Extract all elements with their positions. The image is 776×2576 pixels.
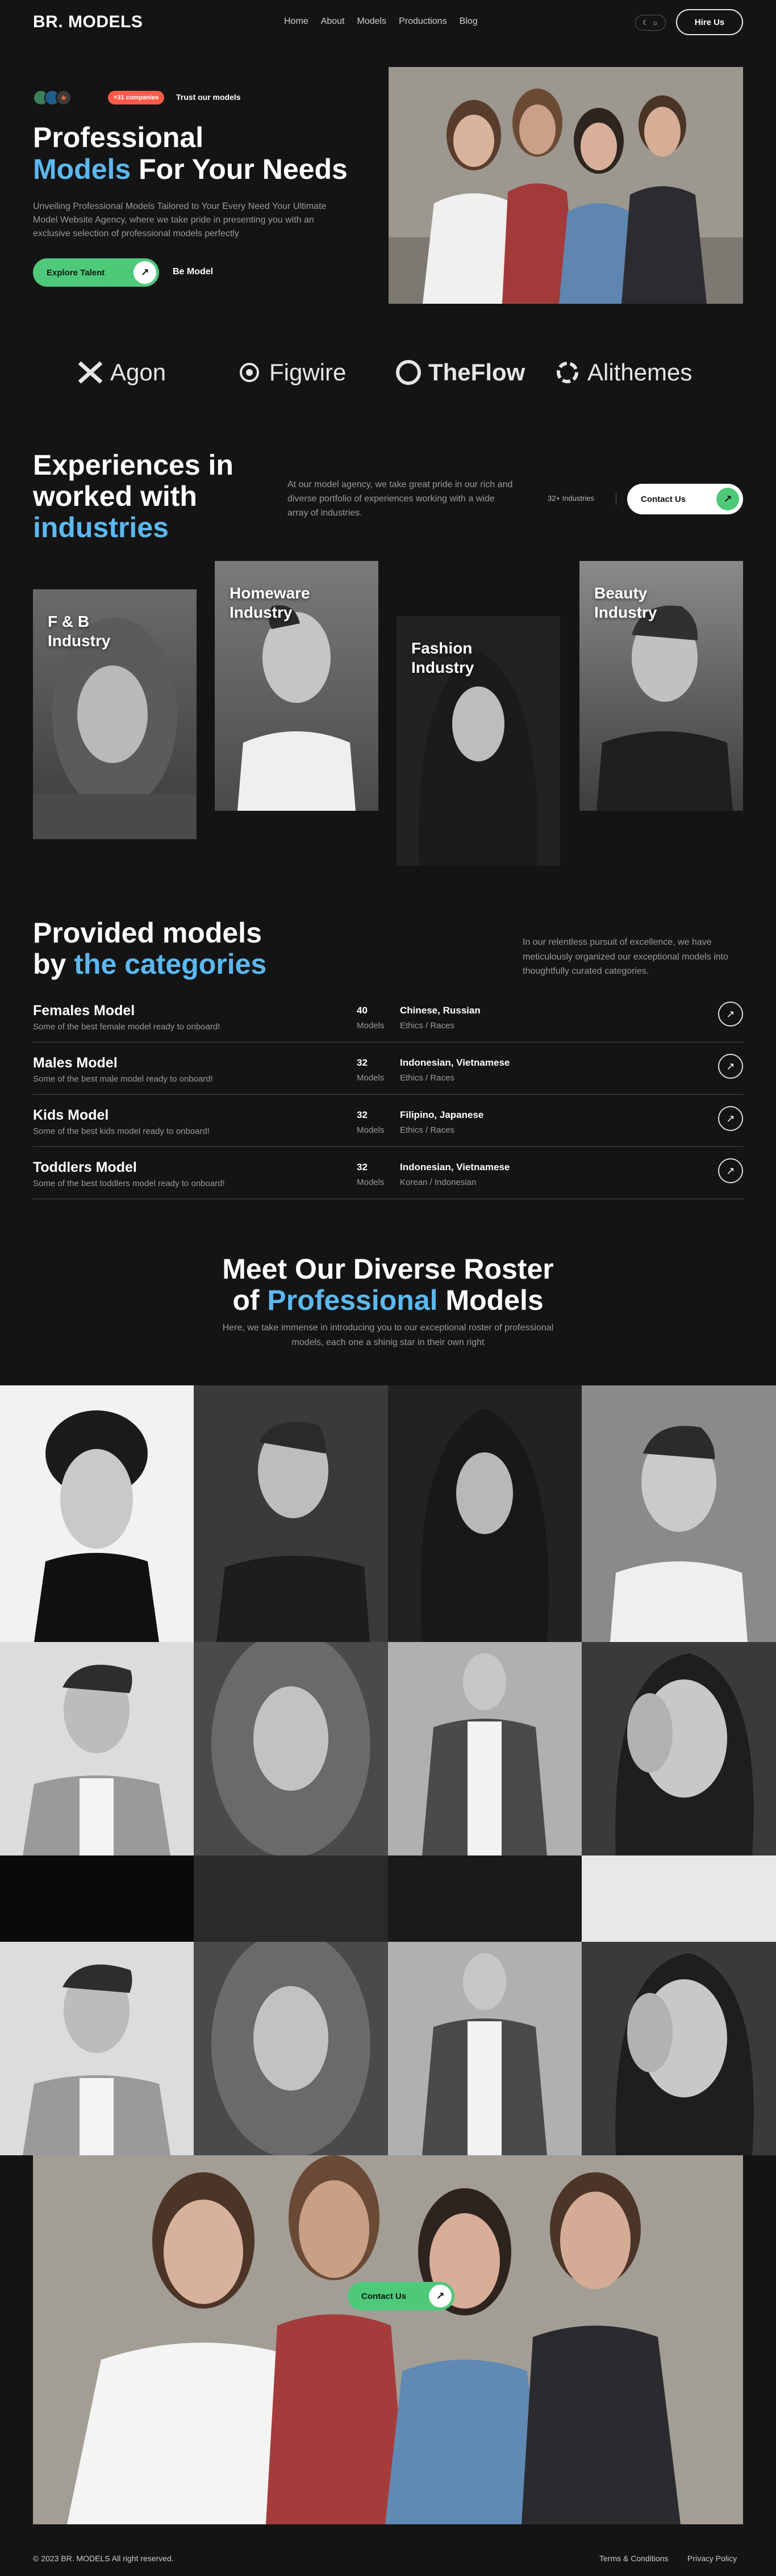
model-photo[interactable]	[582, 1385, 776, 1642]
model-photo[interactable]	[582, 1855, 776, 1942]
contact-us-floating-button[interactable]: Contact Us ↗	[348, 2282, 454, 2310]
category-row[interactable]: Males Model Some of the best male model …	[33, 1042, 743, 1095]
model-photo[interactable]	[0, 1942, 194, 2155]
explore-talent-button[interactable]: Explore Talent ↗	[33, 258, 159, 287]
arrow-up-right-icon: ↗	[716, 488, 739, 510]
industries-count: 32+ Industries	[548, 494, 595, 502]
brand-alithemes: Alithemes	[554, 359, 692, 386]
model-photo[interactable]	[388, 1942, 582, 2155]
industry-card-beauty[interactable]: Beauty Industry	[579, 561, 743, 811]
model-photo[interactable]	[582, 1942, 776, 2155]
figwire-logo-icon	[240, 363, 259, 382]
companies-badge: +31 companies	[108, 91, 165, 104]
brand-theflow: TheFlow	[395, 359, 525, 386]
arrow-up-right-icon: ↗	[429, 2285, 452, 2307]
model-photo[interactable]	[194, 1642, 388, 1855]
nav-link-blog[interactable]: Blog	[460, 16, 478, 27]
hero-description: Unveiling Professional Models Tailored t…	[33, 202, 327, 238]
site-logo[interactable]: BR. MODELS	[33, 12, 143, 32]
hero-title: Professional Models For Your Needs	[33, 122, 348, 185]
theflow-logo-icon	[396, 360, 421, 385]
arrow-up-right-icon: ↗	[133, 261, 156, 284]
categories-description: In our relentless pursuit of excellence,…	[523, 937, 728, 977]
industry-card-label: Fashion Industry	[411, 639, 474, 676]
nav-link-home[interactable]: Home	[284, 16, 308, 27]
company-avatars: ★	[33, 90, 72, 106]
brand-agon: Agon	[77, 359, 166, 386]
nav-link-models[interactable]: Models	[357, 16, 387, 27]
nav-link-about[interactable]: About	[321, 16, 345, 27]
alithemes-logo-icon	[557, 362, 578, 383]
nav-link-productions[interactable]: Productions	[399, 16, 447, 27]
moon-icon: ☾	[643, 19, 649, 27]
experiences-title: Experiences in worked with industries	[33, 449, 233, 543]
be-model-link[interactable]: Be Model	[173, 267, 213, 277]
model-photo[interactable]	[194, 1855, 388, 1942]
footer-copyright: © 2023 BR. MODELS All right reserved.	[33, 2554, 174, 2563]
model-photo[interactable]	[194, 1385, 388, 1642]
model-photo[interactable]	[0, 1642, 194, 1855]
arrow-up-right-icon[interactable]: ↗	[718, 1054, 743, 1079]
industry-card-fb[interactable]: F & B Industry	[33, 589, 197, 839]
industry-card-label: F & B Industry	[48, 613, 111, 650]
arrow-up-right-icon[interactable]: ↗	[718, 1002, 743, 1027]
model-photo[interactable]	[388, 1855, 582, 1942]
category-row[interactable]: Toddlers Model Some of the best toddlers…	[33, 1147, 743, 1199]
agon-logo-icon	[78, 361, 103, 384]
model-photo[interactable]	[388, 1385, 582, 1642]
categories-title: Provided models by the categories	[33, 917, 267, 980]
footer-privacy-link[interactable]: Privacy Policy	[687, 2554, 737, 2563]
main-nav: Home About Models Productions Blog	[284, 16, 478, 27]
arrow-up-right-icon[interactable]: ↗	[718, 1158, 743, 1183]
industry-card-fashion[interactable]: Fashion Industry	[397, 616, 560, 866]
hero-group-photo	[389, 67, 743, 304]
trust-text: Trust our models	[176, 93, 241, 102]
roster-description: Here, we take immense in introducing you…	[222, 1323, 554, 1347]
model-photo[interactable]	[194, 1942, 388, 2155]
star-icon: ★	[56, 90, 72, 106]
category-row[interactable]: Kids Model Some of the best kids model r…	[33, 1095, 743, 1147]
model-photo[interactable]	[0, 1855, 194, 1942]
hire-us-button[interactable]: Hire Us	[676, 9, 743, 35]
industry-card-homeware[interactable]: Homeware Industry	[215, 561, 378, 811]
sun-icon: ☼	[652, 19, 658, 27]
experiences-description: At our model agency, we take great pride…	[287, 480, 513, 518]
brand-figwire: Figwire	[236, 359, 346, 386]
theme-toggle[interactable]: ☾ ☼	[635, 15, 666, 31]
group-photo	[33, 2155, 743, 2524]
arrow-up-right-icon[interactable]: ↗	[718, 1106, 743, 1131]
industry-card-label: Homeware Industry	[230, 584, 310, 621]
category-row[interactable]: Females Model Some of the best female mo…	[33, 990, 743, 1042]
model-photo[interactable]	[582, 1642, 776, 1855]
roster-title: Meet Our Diverse Roster of Professional …	[222, 1253, 554, 1316]
contact-us-button[interactable]: Contact Us ↗	[627, 484, 743, 514]
model-photo[interactable]	[0, 1385, 194, 1642]
model-photo[interactable]	[388, 1642, 582, 1855]
industry-card-label: Beauty Industry	[594, 584, 657, 621]
footer-terms-link[interactable]: Terms & Conditions	[599, 2554, 668, 2563]
